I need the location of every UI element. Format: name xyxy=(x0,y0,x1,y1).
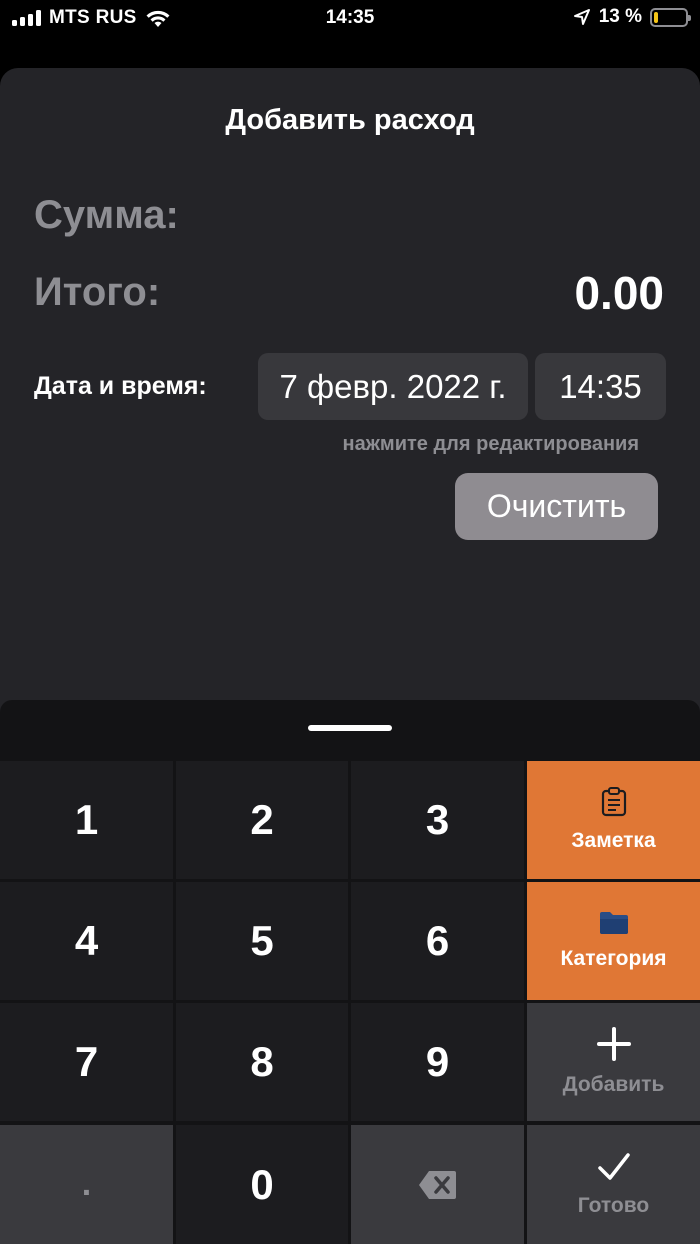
key-1[interactable]: 1 xyxy=(0,761,173,879)
key-2[interactable]: 2 xyxy=(176,761,348,879)
plus-icon xyxy=(596,1027,631,1061)
status-bar: MTS RUS 14:35 13 % xyxy=(0,0,700,36)
backspace-key[interactable] xyxy=(351,1125,524,1244)
battery-icon xyxy=(650,7,691,27)
battery-percentage: 13 % xyxy=(598,6,642,27)
drag-handle[interactable] xyxy=(308,725,392,731)
sheet-title: Добавить расход xyxy=(225,104,475,136)
decimal-point-key[interactable]: . xyxy=(0,1125,173,1244)
checkmark-icon xyxy=(597,1152,630,1180)
folder-icon xyxy=(599,912,628,934)
key-6[interactable]: 6 xyxy=(351,882,524,1000)
key-4[interactable]: 4 xyxy=(0,882,173,1000)
category-button[interactable]: Категория xyxy=(527,882,700,1000)
add-label: Добавить xyxy=(562,1073,665,1096)
location-arrow-icon xyxy=(573,9,590,25)
sum-label: Сумма: xyxy=(34,193,179,237)
key-9[interactable]: 9 xyxy=(351,1003,524,1121)
backspace-icon xyxy=(418,1170,456,1199)
key-5[interactable]: 5 xyxy=(176,882,348,1000)
time-picker-button[interactable]: 14:35 xyxy=(535,353,666,420)
edit-hint: нажмите для редактирования xyxy=(342,433,639,455)
key-0[interactable]: 0 xyxy=(176,1125,348,1244)
key-3[interactable]: 3 xyxy=(351,761,524,879)
note-label: Заметка xyxy=(571,829,656,852)
clear-button[interactable]: Очистить xyxy=(455,473,658,540)
key-7[interactable]: 7 xyxy=(0,1003,173,1121)
date-picker-button[interactable]: 7 февр. 2022 г. xyxy=(258,353,528,420)
add-button[interactable]: Добавить xyxy=(527,1003,700,1121)
clipboard-icon xyxy=(601,787,626,817)
done-button[interactable]: Готово xyxy=(527,1125,700,1244)
done-label: Готово xyxy=(577,1193,650,1217)
key-8[interactable]: 8 xyxy=(176,1003,348,1121)
category-label: Категория xyxy=(560,947,667,970)
status-bar-right: 13 % xyxy=(573,6,691,28)
total-value: 0.00 xyxy=(574,267,664,319)
datetime-label: Дата и время: xyxy=(34,372,207,400)
total-label: Итого: xyxy=(34,270,161,314)
battery-level xyxy=(654,11,658,23)
note-button[interactable]: Заметка xyxy=(527,761,700,879)
